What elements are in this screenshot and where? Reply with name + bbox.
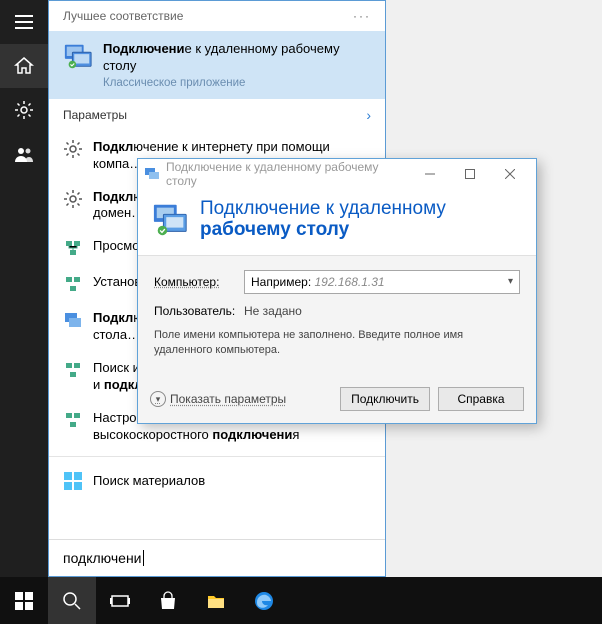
best-match-text: Подключение к удаленному рабочему столу … <box>103 41 371 89</box>
chevron-down-icon[interactable]: ▾ <box>508 276 513 287</box>
show-options-label: Показать параметры <box>170 392 286 406</box>
parameters-label: Параметры <box>63 108 127 122</box>
close-button[interactable] <box>490 159 530 189</box>
rdp-dialog: Подключение к удаленному рабочему столу … <box>137 158 537 424</box>
rdp-icon <box>63 41 93 71</box>
parameters-header[interactable]: Параметры › <box>49 99 385 131</box>
edge-button[interactable] <box>240 577 288 624</box>
titlebar-text: Подключение к удаленному рабочему столу <box>166 160 410 188</box>
rdp-message: Поле имени компьютера не заполнено. Введ… <box>154 328 520 358</box>
web-search-item[interactable]: Поиск материалов <box>49 461 385 501</box>
user-row: Пользователь: Не задано <box>154 304 520 318</box>
rdp-footer: ▾ Показать параметры Подключить Справка <box>138 379 536 423</box>
windows-logo-icon <box>63 471 83 491</box>
search-input-text: подключени <box>63 550 142 566</box>
taskbar <box>0 577 602 624</box>
gear-icon <box>63 189 83 209</box>
explorer-button[interactable] <box>192 577 240 624</box>
show-options-link[interactable]: ▾ Показать параметры <box>150 391 332 407</box>
rdp-banner-icon <box>152 201 190 239</box>
network-icon <box>63 274 83 294</box>
best-match-header: Лучшее соответствие ··· <box>49 1 385 31</box>
titlebar[interactable]: Подключение к удаленному рабочему столу <box>138 159 536 189</box>
store-button[interactable] <box>144 577 192 624</box>
expand-down-icon: ▾ <box>150 391 166 407</box>
computer-placeholder: Например: 192.168.1.31 <box>251 275 385 289</box>
start-button[interactable] <box>0 577 48 624</box>
connect-button[interactable]: Подключить <box>340 387 430 411</box>
troubleshoot-icon <box>63 360 83 380</box>
divider <box>49 456 385 457</box>
more-icon[interactable]: ··· <box>353 9 371 23</box>
people-icon[interactable] <box>0 132 48 176</box>
web-search-label: Поиск материалов <box>93 473 205 488</box>
chevron-right-icon: › <box>366 107 371 123</box>
hamburger-icon[interactable] <box>0 0 48 44</box>
search-input[interactable]: подключени <box>49 539 385 576</box>
computer-combobox[interactable]: Например: 192.168.1.31 ▾ <box>244 270 520 294</box>
maximize-button[interactable] <box>450 159 490 189</box>
computer-row: Компьютер: Например: 192.168.1.31 ▾ <box>154 270 520 294</box>
help-button[interactable]: Справка <box>438 387 524 411</box>
gear-icon <box>63 139 83 159</box>
computer-label: Компьютер: <box>154 275 244 289</box>
gear-icon[interactable] <box>0 88 48 132</box>
best-match-rdp[interactable]: Подключение к удаленному рабочему столу … <box>49 31 385 99</box>
rdp-body: Компьютер: Например: 192.168.1.31 ▾ Поль… <box>138 256 536 380</box>
minimize-button[interactable] <box>410 159 450 189</box>
search-taskbar-button[interactable] <box>48 577 96 624</box>
rdp-banner: Подключение к удаленному рабочему столу <box>138 189 536 256</box>
rdp-small-icon <box>63 310 83 330</box>
rdp-titlebar-icon <box>144 166 160 182</box>
text-cursor <box>143 550 144 566</box>
network-icon <box>63 410 83 430</box>
best-match-label: Лучшее соответствие <box>63 9 183 23</box>
network-icon <box>63 238 83 258</box>
cortana-left-rail <box>0 0 48 577</box>
home-icon[interactable] <box>0 44 48 88</box>
user-label: Пользователь: <box>154 304 244 318</box>
taskview-button[interactable] <box>96 577 144 624</box>
banner-title: Подключение к удаленному рабочему столу <box>200 199 446 241</box>
user-value: Не задано <box>244 304 302 318</box>
